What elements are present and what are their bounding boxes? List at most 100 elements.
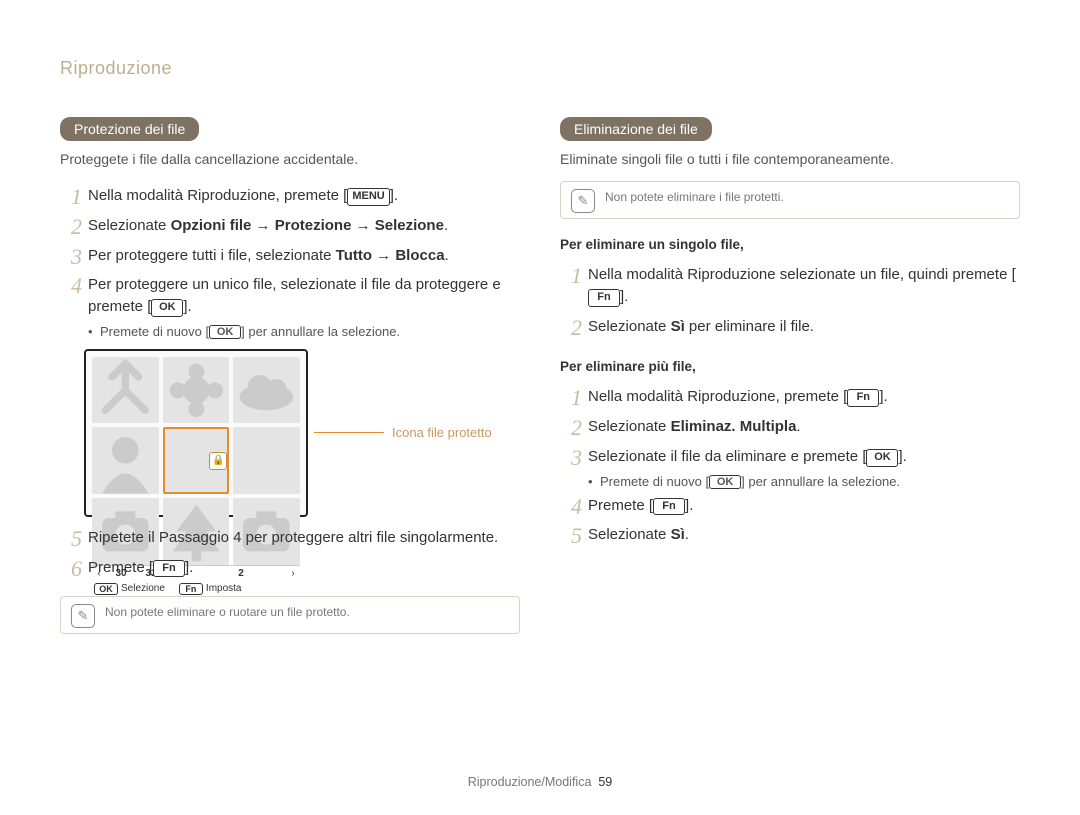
fn-button-label: Fn: [179, 583, 203, 595]
thumb-selected: 🔒: [163, 427, 230, 494]
step-text: .: [444, 217, 448, 234]
person-icon: [92, 427, 159, 494]
bullet-text: Premete di nuovo [: [100, 324, 209, 339]
fn-button-label: Fn: [653, 498, 685, 516]
step-text: ].: [898, 448, 906, 465]
cloud-icon: [233, 357, 300, 424]
step-num: 4: [60, 270, 82, 302]
step-text: ].: [879, 388, 887, 405]
step-bold: Sì: [671, 526, 685, 543]
step-bold: Tutto → Blocca: [336, 247, 445, 264]
step-num: 1: [560, 382, 582, 414]
step-text: .: [685, 526, 689, 543]
step-num: 1: [60, 181, 82, 213]
step-text: Per proteggere tutti i file, selezionate: [88, 247, 336, 264]
step-bold: Sì: [671, 318, 685, 335]
fn-button-label: Fn: [847, 389, 879, 407]
ok-button-label: OK: [209, 325, 241, 339]
step-text: ].: [183, 298, 191, 315]
ok-button-label: OK: [866, 449, 898, 467]
fn-button-label: Fn: [153, 560, 185, 578]
callout-line: [314, 432, 384, 433]
step-text: Nella modalità Riproduzione, premete [: [588, 388, 847, 405]
ok-button-label: OK: [709, 475, 741, 489]
col-right: Eliminazione dei file Eliminate singoli …: [560, 117, 1020, 634]
callout-text: Icona file protetto: [392, 425, 492, 440]
step-text: Premete [: [588, 497, 653, 514]
bullet-text: ] per annullare la selezione.: [741, 474, 900, 489]
step-text: Selezionate: [588, 526, 671, 543]
step-3: 3 Per proteggere tutti i file, seleziona…: [60, 241, 520, 271]
steps-delete-multi-2: 4 Premete [Fn]. 5 Selezionate Sì.: [560, 491, 1020, 551]
fig-label: Selezione: [121, 583, 165, 594]
step-num: 2: [560, 412, 582, 444]
sub-bullet-4: Premete di nuovo [OK] per annullare la s…: [88, 324, 520, 339]
col-left: Protezione dei file Proteggete i file da…: [60, 117, 520, 634]
step-num: 5: [60, 523, 82, 555]
subhead-multi: Per eliminare più file,: [560, 359, 1020, 374]
lock-icon: 🔒: [209, 452, 227, 470]
note-box-left: ✎ Non potete eliminare o ruotare un file…: [60, 596, 520, 634]
step-2: 2 Selezionate Eliminaz. Multipla.: [560, 412, 1020, 442]
step-num: 3: [560, 442, 582, 474]
step-1: 1 Nella modalità Riproduzione selezionat…: [560, 260, 1020, 312]
step-text: ].: [390, 187, 398, 204]
step-text: ].: [620, 288, 628, 305]
step-num: 1: [560, 260, 582, 292]
page-number: 59: [598, 775, 612, 789]
step-num: 6: [60, 553, 82, 585]
section-pill-delete: Eliminazione dei file: [560, 117, 712, 141]
figure-wrap: 🔒: [84, 349, 520, 517]
step-2: 2 Selezionate Sì per eliminare il file.: [560, 312, 1020, 342]
thumb: [163, 357, 230, 424]
step-num: 2: [60, 211, 82, 243]
step-bold: Eliminaz. Multipla: [671, 418, 797, 435]
step-1: 1 Nella modalità Riproduzione, premete […: [60, 181, 520, 211]
bullet-text: Premete di nuovo [: [600, 474, 709, 489]
step-text: ].: [685, 497, 693, 514]
step-text: Selezionate: [88, 217, 171, 234]
step-text: ].: [185, 559, 193, 576]
step-text: Selezionate il file da eliminare e preme…: [588, 448, 866, 465]
steps-protect: 1 Nella modalità Riproduzione, premete […: [60, 181, 520, 322]
columns: Protezione dei file Proteggete i file da…: [60, 117, 1020, 634]
note-text: Non potete eliminare i file protetti.: [605, 190, 784, 204]
intro-delete: Eliminate singoli file o tutti i file co…: [560, 151, 1020, 167]
step-num: 4: [560, 491, 582, 523]
step-text: Ripetete il Passaggio 4 per proteggere a…: [88, 529, 498, 546]
step-1: 1 Nella modalità Riproduzione, premete […: [560, 382, 1020, 412]
steps-delete-single: 1 Nella modalità Riproduzione selezionat…: [560, 260, 1020, 341]
fig-label: Imposta: [206, 583, 242, 594]
step-text: Per proteggere un unico file, selezionat…: [88, 276, 501, 315]
step-5: 5 Ripetete il Passaggio 4 per proteggere…: [60, 523, 520, 553]
note-icon: ✎: [571, 189, 595, 213]
step-6: 6 Premete [Fn].: [60, 553, 520, 583]
sub-bullet-3: Premete di nuovo [OK] per annullare la s…: [588, 474, 1020, 489]
thumb: [92, 427, 159, 494]
note-box-right: ✎ Non potete eliminare i file protetti.: [560, 181, 1020, 219]
thumb: [233, 357, 300, 424]
ok-button-label: OK: [94, 583, 118, 595]
step-text: per eliminare il file.: [685, 318, 814, 335]
intro-protect: Proteggete i file dalla cancellazione ac…: [60, 151, 520, 167]
step-5: 5 Selezionate Sì.: [560, 520, 1020, 550]
step-num: 3: [60, 241, 82, 273]
step-num: 2: [560, 312, 582, 344]
footer: Riproduzione/Modifica 59: [0, 775, 1080, 789]
fn-button-label: Fn: [588, 289, 620, 307]
step-text: .: [796, 418, 800, 435]
step-text: Nella modalità Riproduzione selezionate …: [588, 266, 1016, 283]
footer-text: Riproduzione/Modifica: [468, 775, 592, 789]
steps-protect-2: 5 Ripetete il Passaggio 4 per proteggere…: [60, 523, 520, 583]
step-4: 4 Premete [Fn].: [560, 491, 1020, 521]
step-bold: Opzioni file → Protezione → Selezione: [171, 217, 444, 234]
camera-screen-figure: 🔒: [84, 349, 308, 517]
step-num: 5: [560, 520, 582, 552]
step-text: Selezionate: [588, 318, 671, 335]
thumb: [233, 427, 300, 494]
step-3: 3 Selezionate il file da eliminare e pre…: [560, 442, 1020, 472]
step-text: Nella modalità Riproduzione, premete [: [88, 187, 347, 204]
note-text: Non potete eliminare o ruotare un file p…: [105, 605, 350, 619]
ok-button-label: OK: [151, 299, 183, 317]
steps-delete-multi: 1 Nella modalità Riproduzione, premete […: [560, 382, 1020, 471]
